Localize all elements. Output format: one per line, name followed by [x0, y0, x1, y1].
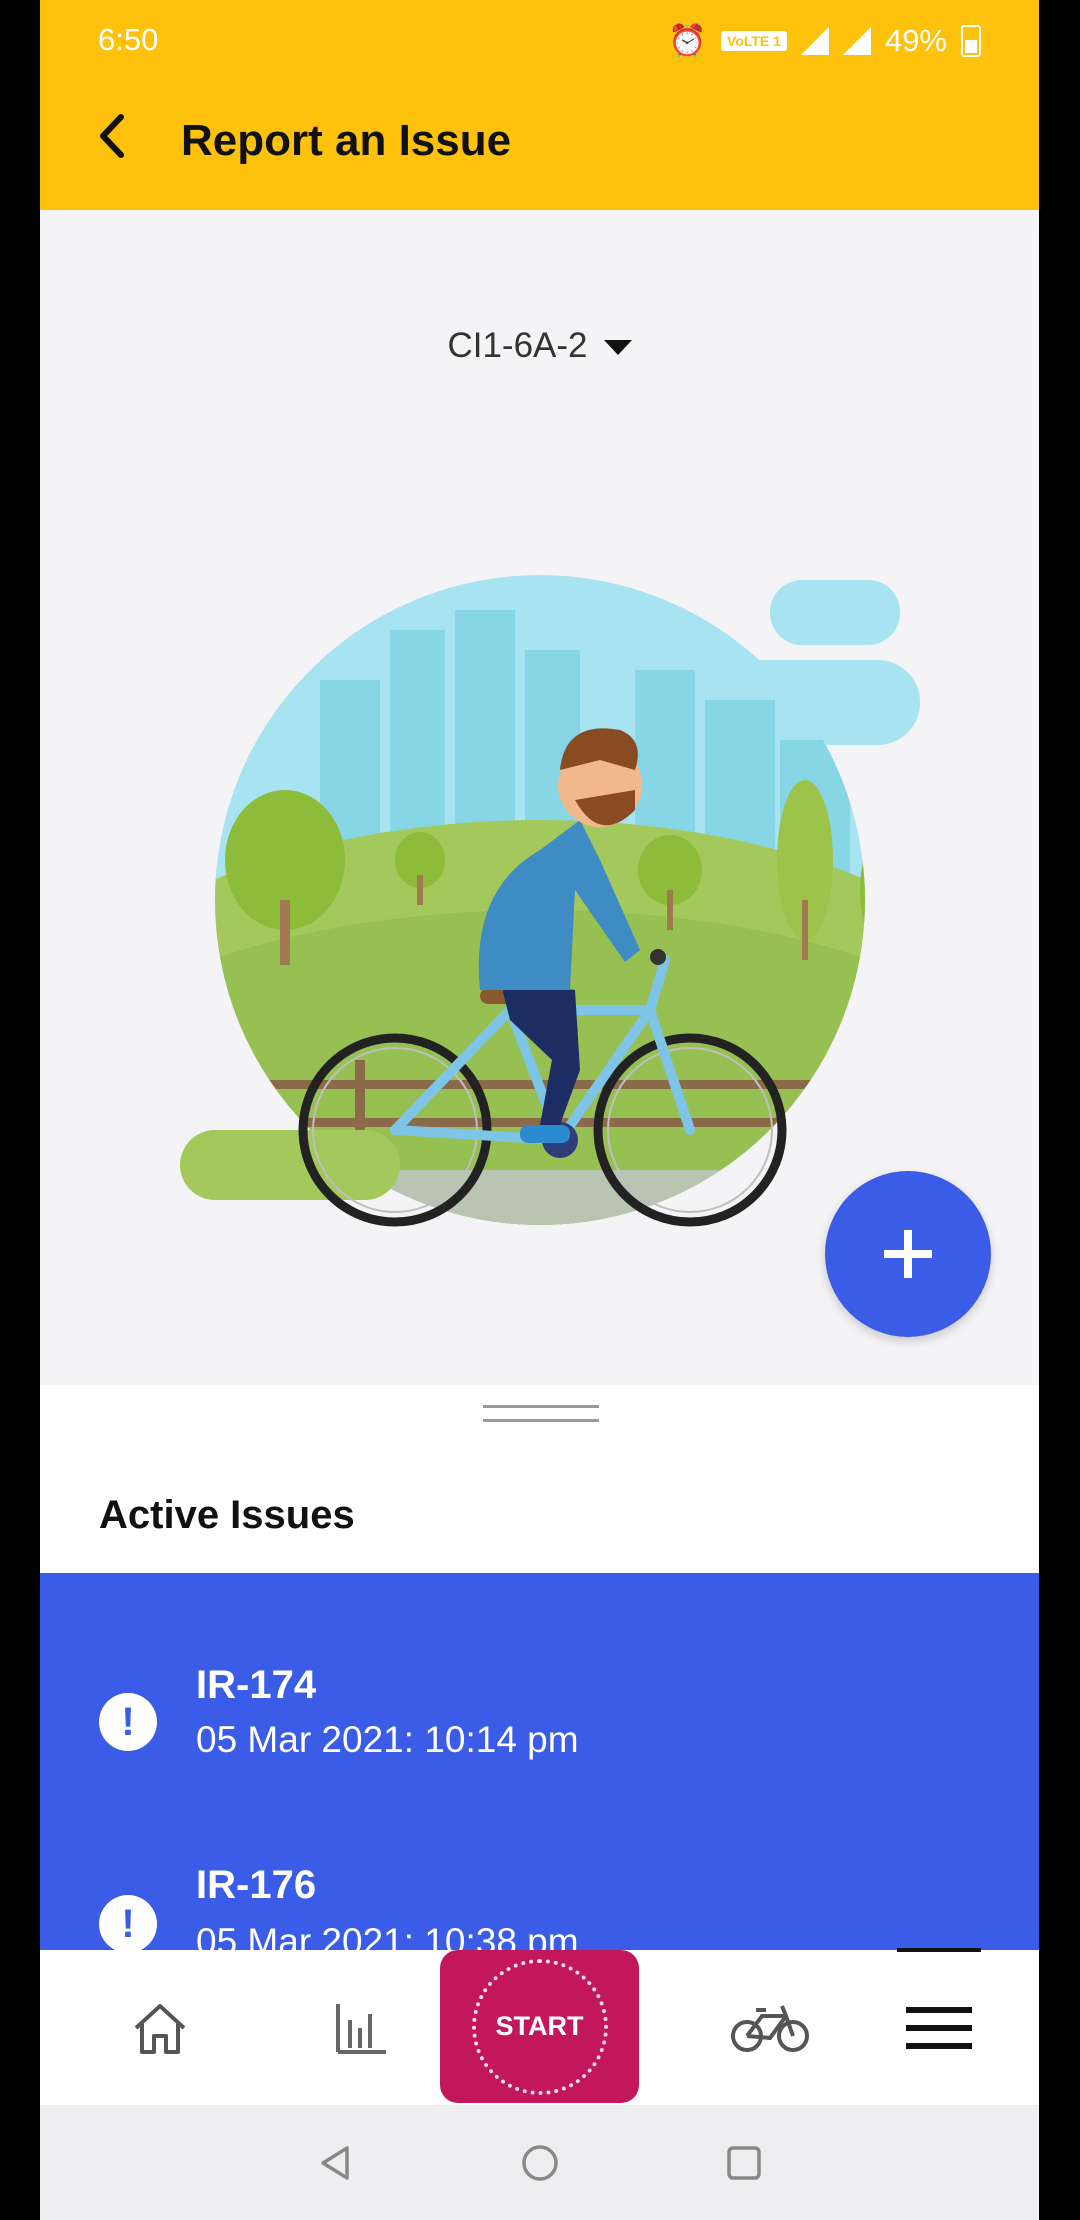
- issue-id: IR-174: [196, 1663, 317, 1707]
- sheet-drag-handle-line: [483, 1419, 599, 1422]
- signal-icon-2: [842, 26, 871, 55]
- issue-list: ! IR-174 05 Mar 2021: 10:14 pm ! IR-176 …: [40, 1573, 1039, 1953]
- alert-icon: !: [99, 1895, 157, 1953]
- issue-date: 05 Mar 2021: 10:38 pm: [196, 1921, 579, 1953]
- start-ring: START: [471, 1958, 608, 2095]
- sheet-drag-handle[interactable]: [483, 1405, 599, 1408]
- nav-stats[interactable]: [300, 1950, 420, 2105]
- active-issues-title: Active Issues: [99, 1493, 355, 1537]
- nav-menu[interactable]: [897, 1950, 981, 2105]
- start-label: START: [495, 2011, 584, 2041]
- menu-active-indicator: [897, 1948, 981, 1952]
- issue-row[interactable]: ! IR-174 05 Mar 2021: 10:14 pm: [40, 1653, 1039, 1803]
- nav-home[interactable]: [100, 1950, 220, 2105]
- caret-down-icon: [603, 340, 632, 356]
- system-back-button[interactable]: [296, 2105, 376, 2220]
- system-navigation-bar: [40, 2105, 1039, 2220]
- issue-id: IR-176: [196, 1863, 317, 1907]
- alert-icon: !: [99, 1693, 157, 1751]
- triangle-back-icon: [321, 2145, 349, 2180]
- battery-percent: 49%: [884, 22, 947, 58]
- page-title: Report an Issue: [181, 116, 512, 165]
- home-icon: [134, 2003, 186, 2054]
- cyclist-illustration: [180, 575, 920, 1227]
- volte-badge: VoLTE 1: [721, 30, 787, 51]
- menu-icon: [906, 2006, 972, 2049]
- battery-icon: [961, 24, 981, 57]
- device-dropdown-value: CI1-6A-2: [447, 326, 588, 365]
- signal-icon: [800, 26, 829, 55]
- screen: 6:50 ⏰ VoLTE 1 49% Report an Issue CI1-6…: [40, 0, 1039, 2220]
- stats-icon: [336, 2003, 386, 2054]
- bicycle-icon: [731, 2004, 809, 2052]
- circle-home-icon: [522, 2144, 558, 2181]
- device-dropdown[interactable]: CI1-6A-2: [40, 326, 1039, 366]
- system-recents-button[interactable]: [704, 2105, 784, 2220]
- alarm-icon: ⏰: [668, 23, 708, 58]
- status-icons: ⏰ VoLTE 1 49%: [668, 22, 981, 59]
- system-home-button[interactable]: [500, 2105, 580, 2220]
- nav-bike[interactable]: [700, 1950, 840, 2105]
- add-issue-button[interactable]: [825, 1171, 991, 1337]
- status-time: 6:50: [98, 22, 159, 57]
- active-issues-sheet: Active Issues: [40, 1385, 1039, 1575]
- back-button[interactable]: [84, 108, 140, 164]
- start-button[interactable]: START: [440, 1950, 639, 2103]
- issue-row[interactable]: ! IR-176 05 Mar 2021: 10:38 pm: [40, 1855, 1039, 1953]
- square-recents-icon: [727, 2145, 761, 2180]
- app-bar: 6:50 ⏰ VoLTE 1 49% Report an Issue: [40, 0, 1039, 210]
- chevron-left-icon: [100, 114, 124, 158]
- issue-date: 05 Mar 2021: 10:14 pm: [196, 1719, 579, 1760]
- plus-icon: [884, 1230, 932, 1278]
